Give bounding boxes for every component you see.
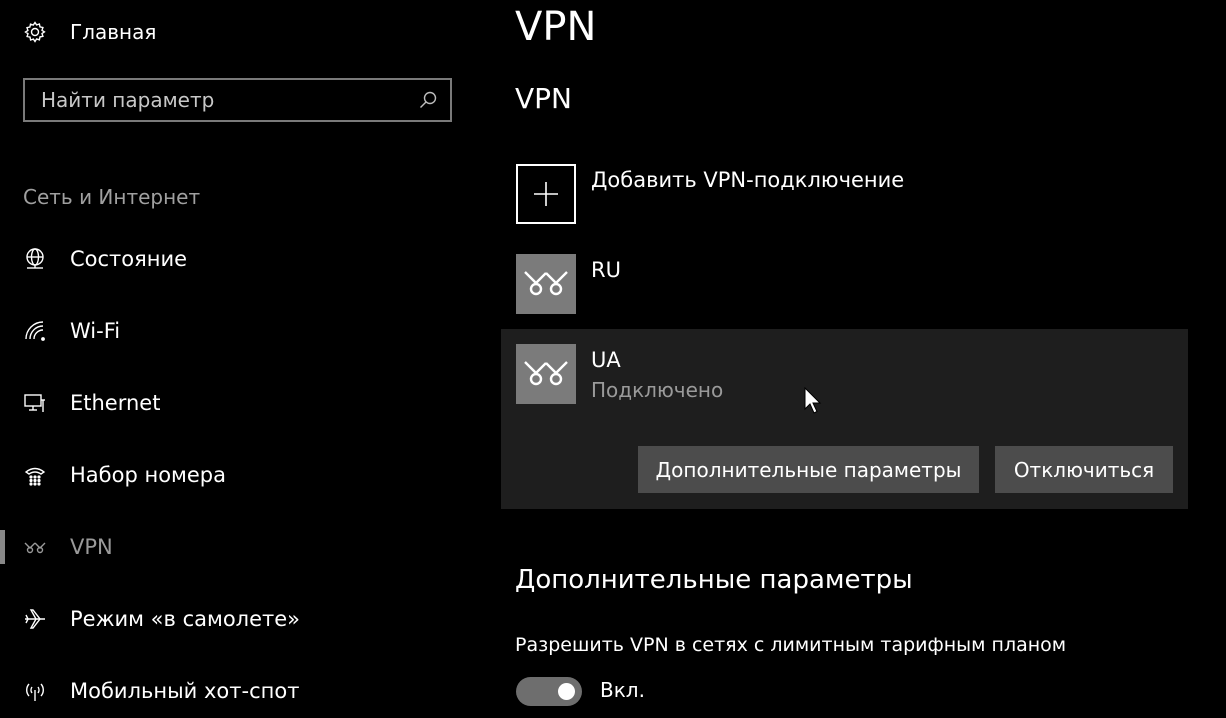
sidebar-item-hotspot[interactable]: Мобильный хот-спот [0,671,470,711]
advanced-section-title: Дополнительные параметры [515,565,913,595]
home-label: Главная [70,20,157,44]
sidebar-item-airplane[interactable]: Режим «в самолете» [0,599,470,639]
add-vpn-label: Добавить VPN-подключение [591,168,905,192]
vpn-icon [516,344,576,404]
sidebar-item-label: VPN [70,535,113,559]
sidebar-item-ethernet[interactable]: Ethernet [0,383,470,423]
page-title: VPN [515,4,597,50]
toggle-knob [558,683,575,700]
gear-icon [22,19,48,45]
vpn-name: RU [591,258,621,282]
sidebar-item-vpn[interactable]: VPN [0,527,470,567]
vpn-icon [516,254,576,314]
toggle-state-label: Вкл. [600,678,645,702]
sidebar-item-label: Набор номера [70,463,227,487]
hotspot-icon [22,678,48,704]
vpn-icon [22,534,48,560]
sidebar-item-status[interactable]: Состояние [0,239,470,279]
home-link[interactable]: Главная [22,16,156,48]
sidebar-item-label: Состояние [70,247,188,271]
airplane-icon [22,606,48,632]
sidebar-item-label: Wi-Fi [70,319,121,343]
globe-icon [22,246,48,272]
section-label: Сеть и Интернет [23,185,201,209]
vpn-status: Подключено [591,378,724,402]
sidebar-item-label: Режим «в самолете» [70,607,301,631]
plus-icon [516,164,576,224]
section-title: VPN [515,82,572,115]
sidebar-item-dialup[interactable]: Набор номера [0,455,470,495]
vpn-connection-ru[interactable]: RU [516,254,621,314]
search-icon [416,88,440,112]
vpn-connection-ua[interactable]: UA Подключено [516,344,723,404]
advanced-options-button[interactable]: Дополнительные параметры [638,446,979,493]
vpn-name: UA [591,348,621,372]
search-input[interactable]: Найти параметр [23,78,452,122]
metered-toggle[interactable] [516,677,582,706]
wifi-icon [22,318,48,344]
metered-setting-label: Разрешить VPN в сетях с лимитным тарифны… [515,634,1067,656]
add-vpn-button[interactable]: Добавить VPN-подключение [516,164,904,224]
sidebar-item-label: Ethernet [70,391,161,415]
ethernet-icon [22,390,48,416]
sidebar-item-wifi[interactable]: Wi-Fi [0,311,470,351]
dialup-icon [22,462,48,488]
sidebar-item-label: Мобильный хот-спот [70,679,300,703]
search-placeholder: Найти параметр [41,88,215,112]
disconnect-button[interactable]: Отключиться [995,446,1173,493]
mouse-cursor-icon [804,386,822,419]
